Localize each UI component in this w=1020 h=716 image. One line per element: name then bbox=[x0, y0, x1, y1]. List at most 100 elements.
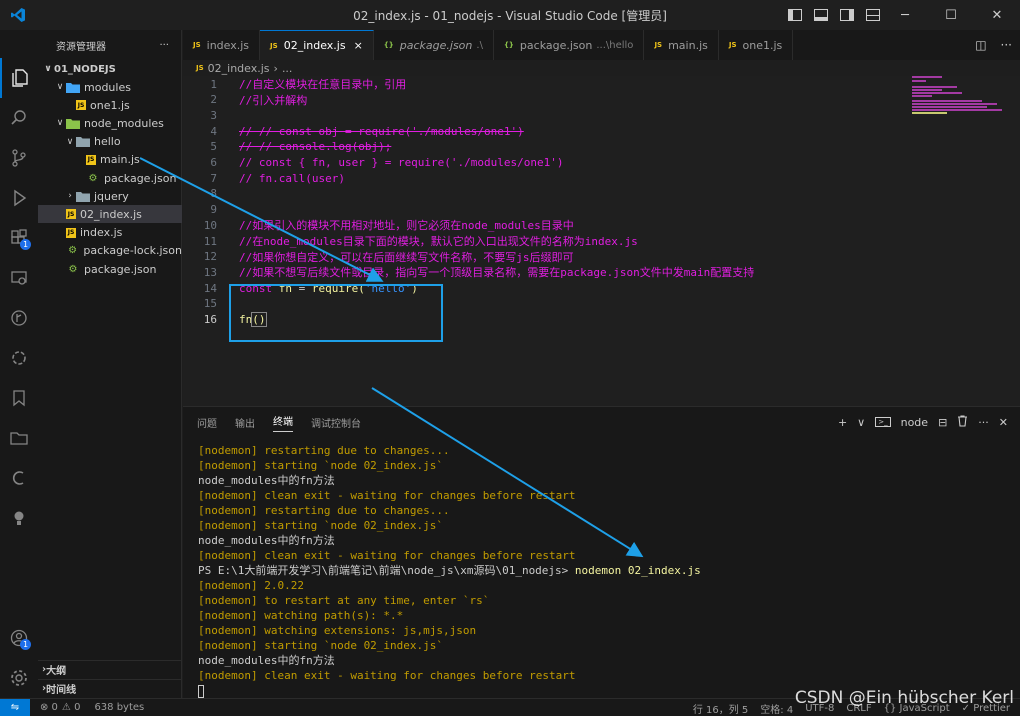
workspace-root[interactable]: ∨ 01_NODEJS bbox=[38, 60, 182, 78]
code-line[interactable]: 5 // // console.log(obj); bbox=[183, 139, 391, 155]
timeline-section[interactable]: › 时间线 bbox=[38, 679, 182, 697]
code-line[interactable]: 2 //引入并解构 bbox=[183, 92, 307, 108]
close-window-button[interactable]: ✕ bbox=[974, 0, 1020, 30]
account-icon[interactable]: 1 bbox=[0, 618, 38, 658]
tree-file[interactable]: JS main.js bbox=[38, 151, 182, 169]
toggle-panel-icon[interactable] bbox=[814, 9, 828, 21]
code-line[interactable]: 1 //自定义模块在任意目录中，引用 bbox=[183, 76, 406, 92]
terminal-prompt-line[interactable] bbox=[198, 683, 701, 698]
line-number: 14 bbox=[203, 281, 217, 295]
customize-layout-icon[interactable] bbox=[866, 9, 880, 21]
errors-count[interactable]: ⊗ 0 bbox=[40, 702, 58, 713]
lightbulb-icon[interactable] bbox=[0, 498, 38, 538]
tree-item-label: modules bbox=[84, 80, 131, 94]
terminal-command: nodemon 02_index.js bbox=[574, 564, 701, 577]
toggle-secondary-sidebar-icon[interactable] bbox=[840, 9, 854, 21]
tree-file[interactable]: ⚙ package-lock.json bbox=[38, 242, 182, 260]
folder-icon bbox=[66, 81, 80, 93]
panel-tab[interactable]: 调试控制台 bbox=[311, 415, 361, 430]
tree-folder[interactable]: ∨ modules bbox=[38, 78, 182, 96]
openai-icon[interactable] bbox=[0, 338, 38, 378]
code-editor[interactable]: 1 //自定义模块在任意目录中，引用 2 //引入并解构 3 4 // // const o… bbox=[183, 76, 1020, 406]
code-line[interactable]: 15 bbox=[183, 296, 217, 312]
panel-tab[interactable]: 输出 bbox=[235, 415, 255, 430]
file-size: 638 bytes bbox=[94, 702, 145, 713]
maximize-button[interactable]: ☐ bbox=[928, 0, 974, 30]
js-file-icon: JS bbox=[86, 154, 96, 165]
git-graph-icon[interactable] bbox=[0, 298, 38, 338]
code-line[interactable]: 14 const fn = require('hello') bbox=[183, 280, 418, 296]
warnings-count[interactable]: ⚠ 0 bbox=[62, 702, 81, 713]
editor-tab[interactable]: {} package.json ...\hello bbox=[494, 30, 645, 60]
run-debug-icon[interactable] bbox=[0, 178, 38, 218]
indentation[interactable]: 空格: 4 bbox=[760, 701, 793, 716]
code-text: //引入并解构 bbox=[239, 93, 308, 107]
minimap[interactable] bbox=[892, 76, 1002, 136]
tree-folder[interactable]: ∨ node_modules bbox=[38, 114, 182, 132]
search-icon[interactable] bbox=[0, 98, 38, 138]
tree-item-label: hello bbox=[94, 135, 121, 149]
code-line[interactable]: 13 //如果不想写后续文件或目录，指向写一个顶级目录名称，需要在package.… bbox=[183, 264, 754, 280]
bookmark-icon[interactable] bbox=[0, 378, 38, 418]
explorer-more-button[interactable]: ··· bbox=[159, 40, 169, 51]
breadcrumb-more[interactable]: ... bbox=[282, 62, 293, 75]
tree-file[interactable]: JS 02_index.js bbox=[38, 205, 182, 224]
remote-indicator-icon[interactable]: ⇋ bbox=[0, 698, 30, 716]
tree-folder[interactable]: ∨ hello bbox=[38, 133, 182, 151]
toggle-sidebar-icon[interactable] bbox=[788, 9, 802, 21]
line-number: 1 bbox=[210, 77, 217, 91]
code-line[interactable]: 10 //如果引入的模块不用相对地址，则它必须在node_modules目录中 bbox=[183, 217, 574, 233]
tree-file[interactable]: ⚙ package.json bbox=[38, 169, 182, 187]
code-line[interactable]: 4 // // const obj = require('./modules/on… bbox=[183, 123, 523, 139]
editor-tab[interactable]: {} package.json .\ bbox=[374, 30, 494, 60]
activity-bar: 1 1 bbox=[0, 30, 38, 698]
tree-file[interactable]: JS index.js bbox=[38, 224, 182, 242]
panel-tab[interactable]: 终端 bbox=[273, 413, 293, 432]
terminal-dropdown-icon[interactable]: ∨ bbox=[857, 416, 865, 429]
new-terminal-button[interactable]: + bbox=[838, 416, 847, 429]
minimize-button[interactable]: ─ bbox=[882, 0, 928, 30]
split-terminal-icon[interactable]: ⊟ bbox=[938, 416, 947, 429]
editor-scrollbar[interactable] bbox=[1006, 76, 1020, 406]
split-editor-icon[interactable]: ◫ bbox=[975, 38, 986, 52]
editor-tab[interactable]: JS one1.js bbox=[719, 30, 794, 60]
close-panel-button[interactable]: ✕ bbox=[999, 416, 1008, 429]
panel-tab[interactable]: 问题 bbox=[197, 415, 217, 430]
terminal-text: [nodemon] watching path(s): *.* bbox=[198, 609, 404, 622]
editor-tab[interactable]: JS 02_index.js × bbox=[260, 30, 374, 60]
tree-file[interactable]: JS one1.js bbox=[38, 96, 182, 114]
chevron-down-icon: ∨ bbox=[56, 118, 64, 129]
editor-tab[interactable]: JS main.js bbox=[644, 30, 719, 60]
code-line[interactable]: 6 // const { fn, user } = require('./modu… bbox=[183, 155, 563, 171]
code-line[interactable]: 16 fn() bbox=[183, 312, 267, 328]
json-file-icon: {} bbox=[383, 41, 394, 49]
more-actions-icon[interactable]: ··· bbox=[1001, 38, 1012, 52]
source-control-icon[interactable] bbox=[0, 138, 38, 178]
panel-more-button[interactable]: ··· bbox=[978, 416, 989, 429]
terminal-text: [nodemon] clean exit - waiting for chang… bbox=[198, 669, 576, 682]
project-manager-icon[interactable] bbox=[0, 418, 38, 458]
kill-terminal-icon[interactable] bbox=[957, 414, 968, 430]
code-line[interactable]: 3 bbox=[183, 107, 217, 123]
code-line[interactable]: 11 //在node_modules目录下面的模块，默认它的入口出现文件的名称为i… bbox=[183, 233, 638, 249]
breadcrumb-file[interactable]: 02_index.js bbox=[208, 62, 270, 75]
extensions-icon[interactable]: 1 bbox=[0, 218, 38, 258]
tree-folder[interactable]: › jquery bbox=[38, 187, 182, 205]
code-line[interactable]: 12 //如果你想自定义，可以在后面继续写文件名称，不要写js后缀即可 bbox=[183, 249, 574, 265]
codeium-icon[interactable] bbox=[0, 458, 38, 498]
code-line[interactable]: 7 // fn.call(user) bbox=[183, 170, 345, 186]
close-tab-icon[interactable]: × bbox=[354, 39, 363, 52]
js-file-icon: JS bbox=[728, 41, 737, 49]
settings-gear-icon[interactable] bbox=[0, 658, 38, 698]
cursor-position[interactable]: 行 16，列 5 bbox=[693, 701, 748, 716]
terminal-name[interactable]: node bbox=[901, 416, 928, 429]
terminal-output[interactable]: [nodemon] restarting due to changes... [n… bbox=[198, 443, 701, 698]
terminal-text: [nodemon] clean exit - waiting for chang… bbox=[198, 549, 576, 562]
explorer-icon[interactable] bbox=[0, 58, 38, 98]
code-line[interactable]: 8 bbox=[183, 186, 217, 202]
editor-tab[interactable]: JS index.js bbox=[183, 30, 261, 60]
outline-section[interactable]: › 大纲 bbox=[38, 660, 182, 678]
remote-explorer-icon[interactable] bbox=[0, 258, 38, 298]
tree-file[interactable]: ⚙ package.json bbox=[38, 260, 182, 278]
code-line[interactable]: 9 bbox=[183, 202, 217, 218]
